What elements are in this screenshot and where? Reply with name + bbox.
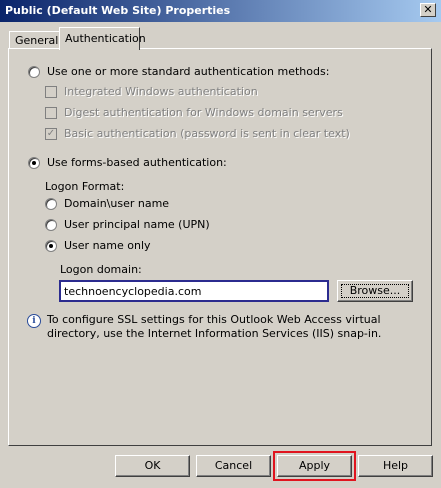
username-only-radio[interactable] bbox=[45, 240, 57, 252]
domain-user-label[interactable]: Domain\user name bbox=[64, 197, 169, 210]
apply-button[interactable]: Apply bbox=[273, 451, 356, 481]
basic-auth-checkbox[interactable]: ✓ bbox=[45, 128, 57, 140]
standard-methods-label[interactable]: Use one or more standard authentication … bbox=[47, 65, 329, 78]
info-icon: i bbox=[27, 314, 41, 328]
title-bar[interactable]: Public (Default Web Site) Properties ✕ bbox=[0, 0, 441, 22]
forms-based-radio[interactable] bbox=[28, 157, 40, 169]
tab-authentication[interactable]: Authentication bbox=[59, 27, 146, 50]
tab-general[interactable]: General bbox=[9, 31, 60, 49]
username-only-label[interactable]: User name only bbox=[64, 239, 151, 252]
logon-domain-label: Logon domain: bbox=[60, 263, 142, 276]
integrated-windows-label: Integrated Windows authentication bbox=[64, 85, 258, 98]
upn-radio[interactable] bbox=[45, 219, 57, 231]
help-button[interactable]: Help bbox=[358, 455, 433, 477]
logon-format-label: Logon Format: bbox=[45, 180, 125, 193]
checkmark-icon: ✓ bbox=[46, 128, 56, 139]
ok-button[interactable]: OK bbox=[115, 455, 190, 477]
info-text: To configure SSL settings for this Outlo… bbox=[47, 313, 382, 340]
integrated-windows-checkbox[interactable] bbox=[45, 86, 57, 98]
properties-dialog: Public (Default Web Site) Properties ✕ G… bbox=[0, 0, 441, 488]
browse-focus-rect bbox=[341, 284, 409, 298]
forms-based-label[interactable]: Use forms-based authentication: bbox=[47, 156, 227, 169]
browse-button[interactable]: Browse... bbox=[337, 280, 413, 302]
digest-auth-checkbox[interactable] bbox=[45, 107, 57, 119]
domain-user-radio[interactable] bbox=[45, 198, 57, 210]
close-icon: ✕ bbox=[423, 3, 433, 16]
tab-general-label: General bbox=[15, 34, 59, 47]
basic-auth-label: Basic authentication (password is sent i… bbox=[64, 127, 350, 140]
logon-domain-input[interactable]: technoencyclopedia.com bbox=[59, 280, 329, 302]
digest-auth-label: Digest authentication for Windows domain… bbox=[64, 106, 343, 119]
window-title: Public (Default Web Site) Properties bbox=[5, 4, 231, 17]
standard-methods-radio[interactable] bbox=[28, 66, 40, 78]
upn-label[interactable]: User principal name (UPN) bbox=[64, 218, 210, 231]
cancel-button[interactable]: Cancel bbox=[196, 455, 271, 477]
close-button[interactable]: ✕ bbox=[420, 3, 436, 17]
tab-authentication-label: Authentication bbox=[65, 32, 146, 45]
